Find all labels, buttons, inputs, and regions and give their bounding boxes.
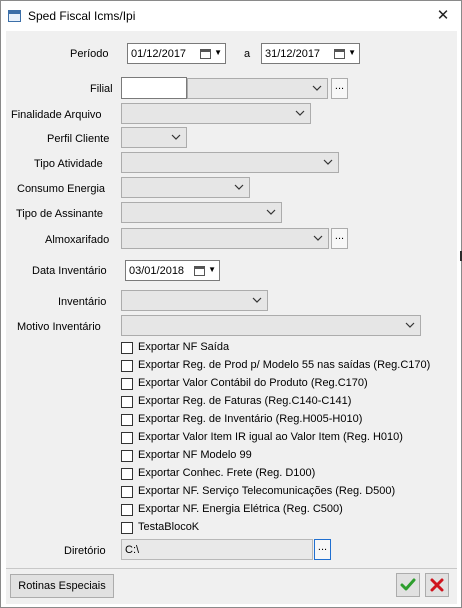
check-icon [400, 578, 416, 591]
chevron-down-icon [312, 232, 324, 244]
chevron-down-icon [294, 107, 306, 119]
chevron-down-icon [233, 181, 245, 193]
checkbox[interactable] [121, 450, 133, 462]
checkbox[interactable] [121, 504, 133, 516]
inventario-select[interactable] [121, 290, 268, 311]
checkbox[interactable] [121, 396, 133, 408]
confirm-button[interactable] [396, 573, 420, 597]
close-button[interactable]: ✕ [431, 5, 455, 27]
checkbox[interactable] [121, 378, 133, 390]
chevron-down-icon [265, 206, 277, 218]
data-inventario-picker[interactable]: 03/01/2018 ▼ [125, 260, 220, 281]
checkbox[interactable] [121, 432, 133, 444]
periodo-start-picker[interactable]: 01/12/2017 ▼ [127, 43, 226, 64]
filial-select[interactable] [187, 78, 328, 99]
atividade-label: Tipo Atividade [34, 158, 103, 170]
chevron-down-icon [404, 319, 416, 331]
cancel-button[interactable] [425, 573, 449, 597]
almox-label: Almoxarifado [45, 234, 110, 246]
finalidade-select[interactable] [121, 103, 311, 124]
chevron-down-icon [170, 131, 182, 143]
dropdown-arrow-icon: ▼ [214, 48, 222, 57]
rotinas-especiais-button[interactable]: Rotinas Especiais [10, 574, 114, 598]
window-title: Sped Fiscal Icms/Ipi [28, 9, 136, 23]
checkbox[interactable] [121, 468, 133, 480]
title-bar: Sped Fiscal Icms/Ipi ✕ [1, 1, 461, 31]
checkbox[interactable] [121, 414, 133, 426]
inventario-label: Inventário [58, 296, 107, 308]
energia-select[interactable] [121, 177, 250, 198]
x-icon [430, 578, 444, 592]
periodo-label: Período [70, 48, 109, 60]
calendar-icon [200, 49, 211, 59]
calendar-icon [334, 49, 345, 59]
dialog-window: Sped Fiscal Icms/Ipi ✕ Período 01/12/201… [0, 0, 462, 608]
data-inventario-value: 03/01/2018 [129, 265, 185, 277]
diretorio-value: C:\ [125, 544, 140, 556]
perfil-select[interactable] [121, 127, 187, 148]
periodo-separator: a [244, 48, 251, 60]
dropdown-arrow-icon: ▼ [208, 265, 216, 274]
diretorio-label: Diretório [64, 545, 106, 557]
filial-code-input[interactable] [121, 77, 187, 99]
filial-label: Filial [90, 83, 113, 95]
chevron-down-icon [322, 156, 334, 168]
window-icon [8, 10, 21, 22]
footer-divider [6, 568, 457, 569]
diretorio-browse-button[interactable]: ... [314, 539, 331, 560]
form-area: Período 01/12/2017 ▼ a 31/12/2017 ▼ Fili… [6, 31, 457, 604]
assinante-label: Tipo de Assinante [16, 208, 104, 220]
dropdown-arrow-icon: ▼ [348, 48, 356, 57]
checkbox[interactable] [121, 360, 133, 372]
assinante-select[interactable] [121, 202, 282, 223]
data-inventario-label: Data Inventário [32, 265, 107, 277]
finalidade-label: Finalidade Arquivo [11, 109, 102, 121]
periodo-end-picker[interactable]: 31/12/2017 ▼ [261, 43, 360, 64]
checkbox[interactable] [121, 342, 133, 354]
almox-lookup-button[interactable]: ... [331, 228, 348, 249]
motivo-select[interactable] [121, 315, 421, 336]
periodo-end-value: 31/12/2017 [265, 48, 321, 60]
energia-label: Consumo Energia [17, 183, 106, 195]
filial-lookup-button[interactable]: ... [331, 78, 348, 99]
periodo-start-value: 01/12/2017 [131, 48, 187, 60]
calendar-icon [194, 266, 205, 276]
checkbox[interactable] [121, 522, 133, 534]
motivo-label: Motivo Inventário [17, 321, 101, 333]
perfil-label: Perfil Cliente [47, 133, 110, 145]
chevron-down-icon [311, 82, 323, 94]
checkbox[interactable] [121, 486, 133, 498]
diretorio-input[interactable]: C:\ [121, 539, 313, 560]
chevron-down-icon [251, 294, 263, 306]
almox-select[interactable] [121, 228, 329, 249]
atividade-select[interactable] [121, 152, 339, 173]
